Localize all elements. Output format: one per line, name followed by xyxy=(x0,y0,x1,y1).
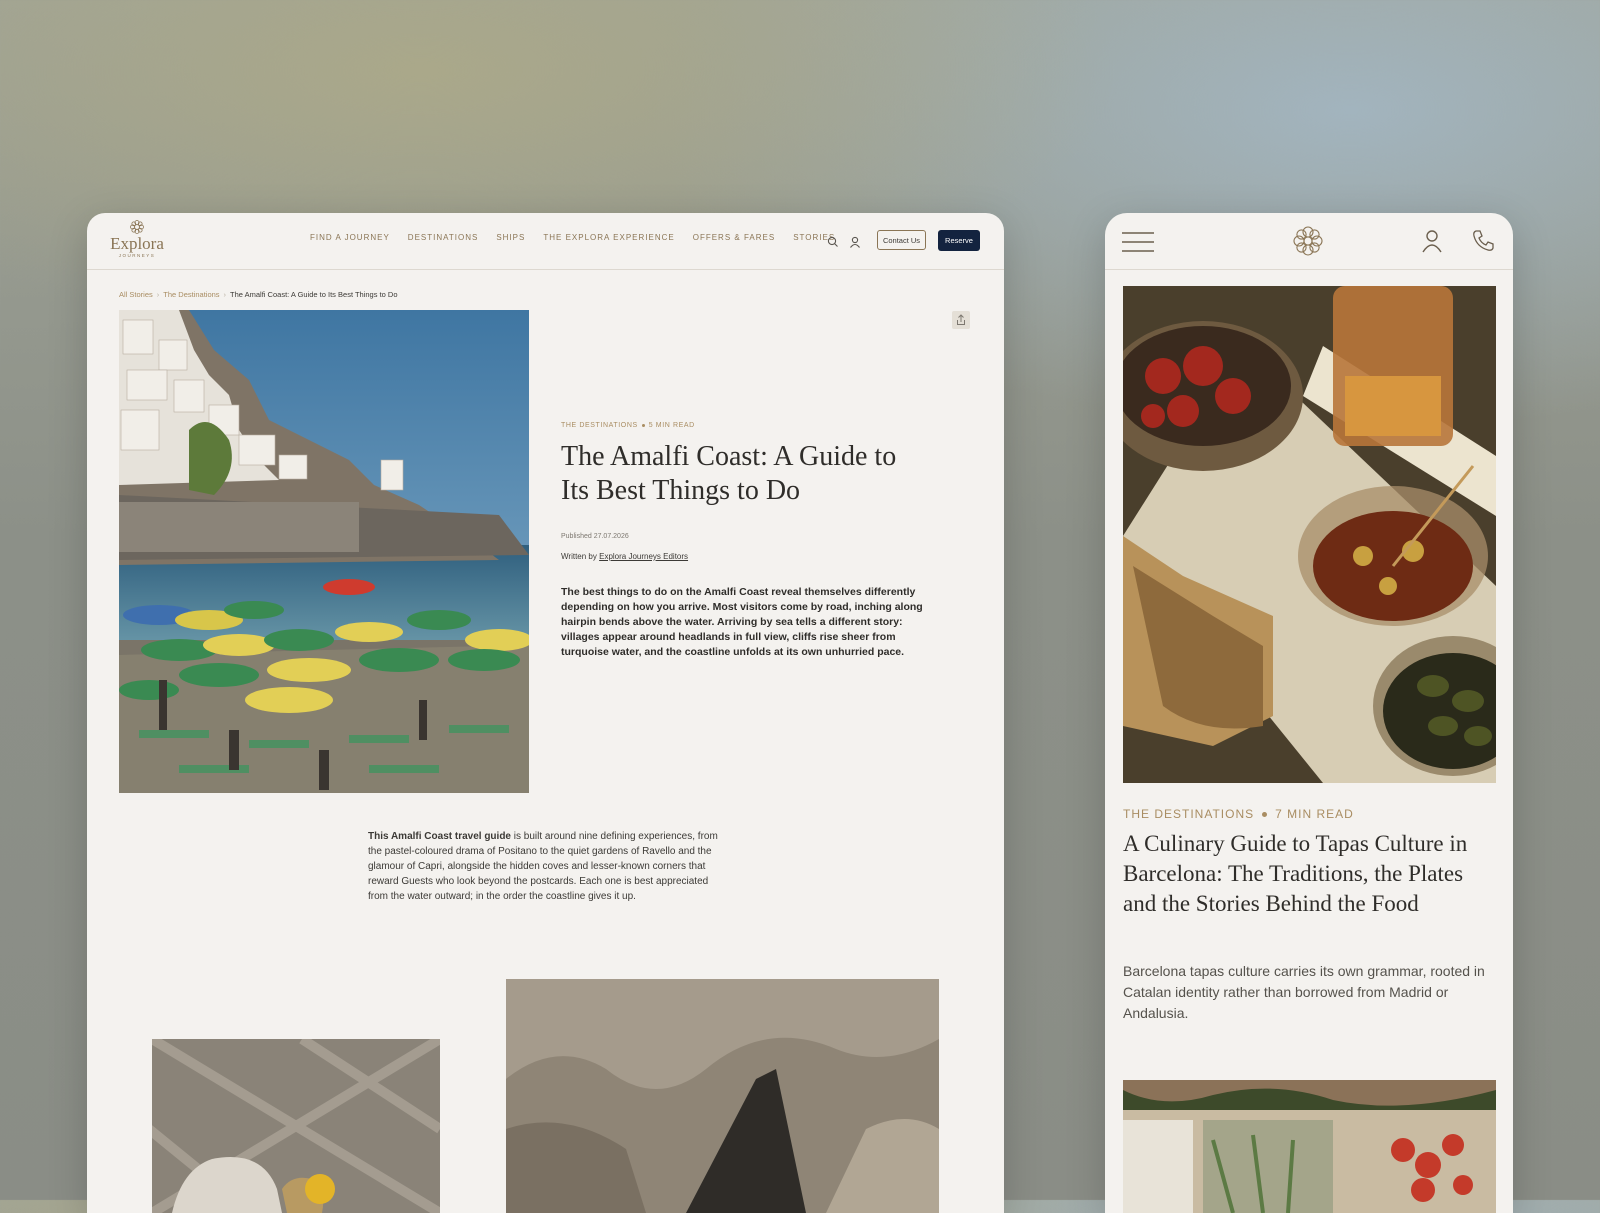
next-article-image xyxy=(1123,1080,1496,1213)
reserve-button[interactable]: Reserve xyxy=(938,230,980,251)
article-lead: The best things to do on the Amalfi Coas… xyxy=(561,586,923,658)
user-icon[interactable] xyxy=(848,235,862,249)
article-body-paragraph: This Amalfi Coast travel guide is built … xyxy=(368,829,724,904)
desktop-browser-frame: Explora JOURNEYS FIND A JOURNEY DESTINAT… xyxy=(87,213,1004,1213)
mobile-article-category[interactable]: THE DESTINATIONS xyxy=(1123,807,1254,821)
user-icon[interactable] xyxy=(1421,229,1443,253)
nav-explora-experience[interactable]: THE EXPLORA EXPERIENCE xyxy=(543,233,674,242)
mobile-frame: THE DESTINATIONS 7 MIN READ A Culinary Gu… xyxy=(1105,213,1513,1213)
meta-dot xyxy=(1262,812,1268,818)
tapas-image xyxy=(1123,286,1496,783)
mobile-article-description: Barcelona tapas culture carries its own … xyxy=(1123,963,1485,1021)
mobile-read-time: 7 MIN READ xyxy=(1275,807,1354,821)
byline-prefix: Written by xyxy=(561,552,597,561)
logo-mark-icon xyxy=(130,220,144,234)
share-icon[interactable] xyxy=(952,311,970,329)
breadcrumb-destinations[interactable]: The Destinations xyxy=(163,290,219,299)
breadcrumb-current: The Amalfi Coast: A Guide to Its Best Th… xyxy=(230,290,398,299)
logo-subtitle: JOURNEYS xyxy=(118,253,156,258)
author-link[interactable]: Explora Journeys Editors xyxy=(599,552,688,561)
cliff-rock-image xyxy=(506,979,939,1213)
contact-us-button[interactable]: Contact Us xyxy=(877,230,926,250)
byline: Written by Explora Journeys Editors xyxy=(561,552,688,561)
breadcrumb: All Stories › The Destinations › The Amalfi … xyxy=(119,290,398,299)
logo-wordmark: Explora xyxy=(110,234,164,253)
amalfi-hero-image xyxy=(119,310,529,793)
explora-logo[interactable]: Explora JOURNEYS xyxy=(109,219,165,263)
main-nav: FIND A JOURNEY DESTINATIONS SHIPS THE EX… xyxy=(310,233,835,242)
breadcrumb-all-stories[interactable]: All Stories xyxy=(119,290,153,299)
breadcrumb-separator: › xyxy=(156,290,160,299)
article-meta: THE DESTINATIONS 5 MIN READ xyxy=(561,422,695,429)
nav-find-a-journey[interactable]: FIND A JOURNEY xyxy=(310,233,390,242)
mobile-header xyxy=(1105,213,1513,270)
nav-offers-fares[interactable]: OFFERS & FARES xyxy=(693,233,775,242)
article-title: The Amalfi Coast: A Guide to Its Best Th… xyxy=(561,441,897,506)
logo-mark-icon[interactable] xyxy=(1291,224,1325,258)
nav-ships[interactable]: SHIPS xyxy=(496,233,525,242)
article-category[interactable]: THE DESTINATIONS xyxy=(561,422,638,429)
published-date: Published 27.07.2026 xyxy=(561,533,629,540)
breadcrumb-separator: › xyxy=(223,290,227,299)
mobile-article-title[interactable]: A Culinary Guide to Tapas Culture in Bar… xyxy=(1123,829,1493,919)
nav-destinations[interactable]: DESTINATIONS xyxy=(408,233,479,242)
site-header: Explora JOURNEYS FIND A JOURNEY DESTINAT… xyxy=(87,213,1004,270)
terrace-lemon-image xyxy=(152,1039,440,1213)
menu-icon[interactable] xyxy=(1122,231,1154,253)
mobile-article-meta: THE DESTINATIONS 7 MIN READ xyxy=(1123,807,1354,821)
phone-icon[interactable] xyxy=(1471,229,1495,253)
meta-dot xyxy=(641,423,645,427)
read-time: 5 MIN READ xyxy=(648,422,695,429)
body-strong: This Amalfi Coast travel guide xyxy=(368,831,511,842)
search-icon[interactable] xyxy=(826,235,840,249)
